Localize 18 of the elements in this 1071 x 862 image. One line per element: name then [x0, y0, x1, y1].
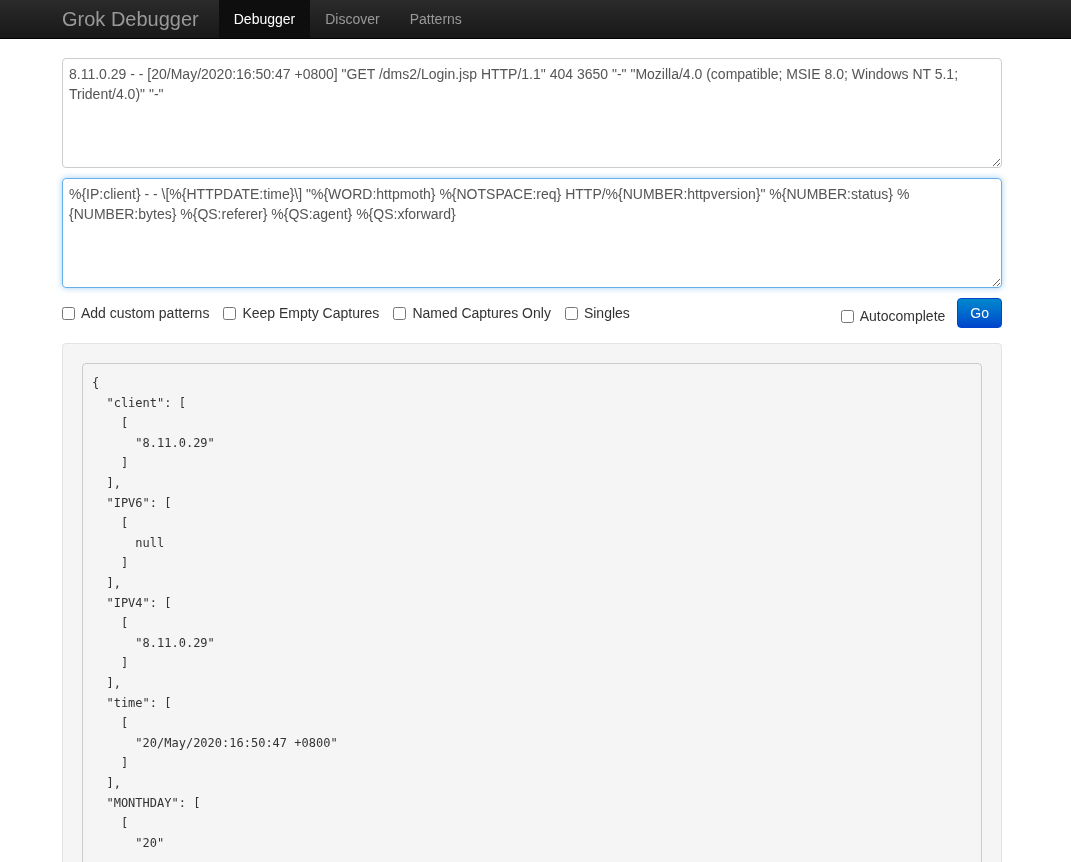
checkbox-label: Keep Empty Captures	[242, 303, 380, 323]
brand-title[interactable]: Grok Debugger	[62, 4, 199, 34]
checkbox[interactable]	[840, 309, 854, 323]
nav-tab[interactable]: Patterns	[394, 0, 477, 38]
checkbox-label: Named Captures Only	[412, 303, 551, 323]
checkbox-label: Add custom patterns	[81, 303, 210, 323]
checkbox-label: Singles	[583, 303, 630, 323]
checkbox[interactable]	[564, 306, 578, 320]
json-output: { "client": [ [ "8.11.0.29" ] ], "IPV6": [ [ null ] ], "IPV4": [ [ "8.11.0.29" ] ], "time": [ [ "20/May/2020:16:50:47 +0800" ] ], "MONTHDAY": [ [ "20"	[82, 363, 982, 862]
checkbox[interactable]	[62, 306, 75, 320]
log-input-field[interactable]: 8.11.0.29 - - [20/May/2020:16:50:47 +0800] "GET /dms2/Login.jsp HTTP/1.1" 404 3650 "-" "Mozilla/4.0 (compatible; MSIE 8.0; Windows NT 5.1; Trident/4.0)" "-"	[62, 58, 1002, 168]
checkbox-label: Autocomplete	[859, 306, 946, 326]
go-button[interactable]: Go	[957, 298, 1002, 328]
checkbox[interactable]	[393, 306, 407, 320]
nav-tab[interactable]: Discover	[310, 0, 395, 38]
nav-tab[interactable]: Debugger	[218, 0, 311, 38]
checkbox[interactable]	[223, 306, 237, 320]
pattern-input-field[interactable]: %{IP:client} - - \[%{HTTPDATE:time}\] "%{WORD:httpmoth} %{NOTSPACE:req} HTTP/%{NUMBER:httpversion}" %{NUMBER:status} %{NUMBER:bytes} %{QS:referer} %{QS:agent} %{QS:xforward}	[62, 178, 1002, 288]
